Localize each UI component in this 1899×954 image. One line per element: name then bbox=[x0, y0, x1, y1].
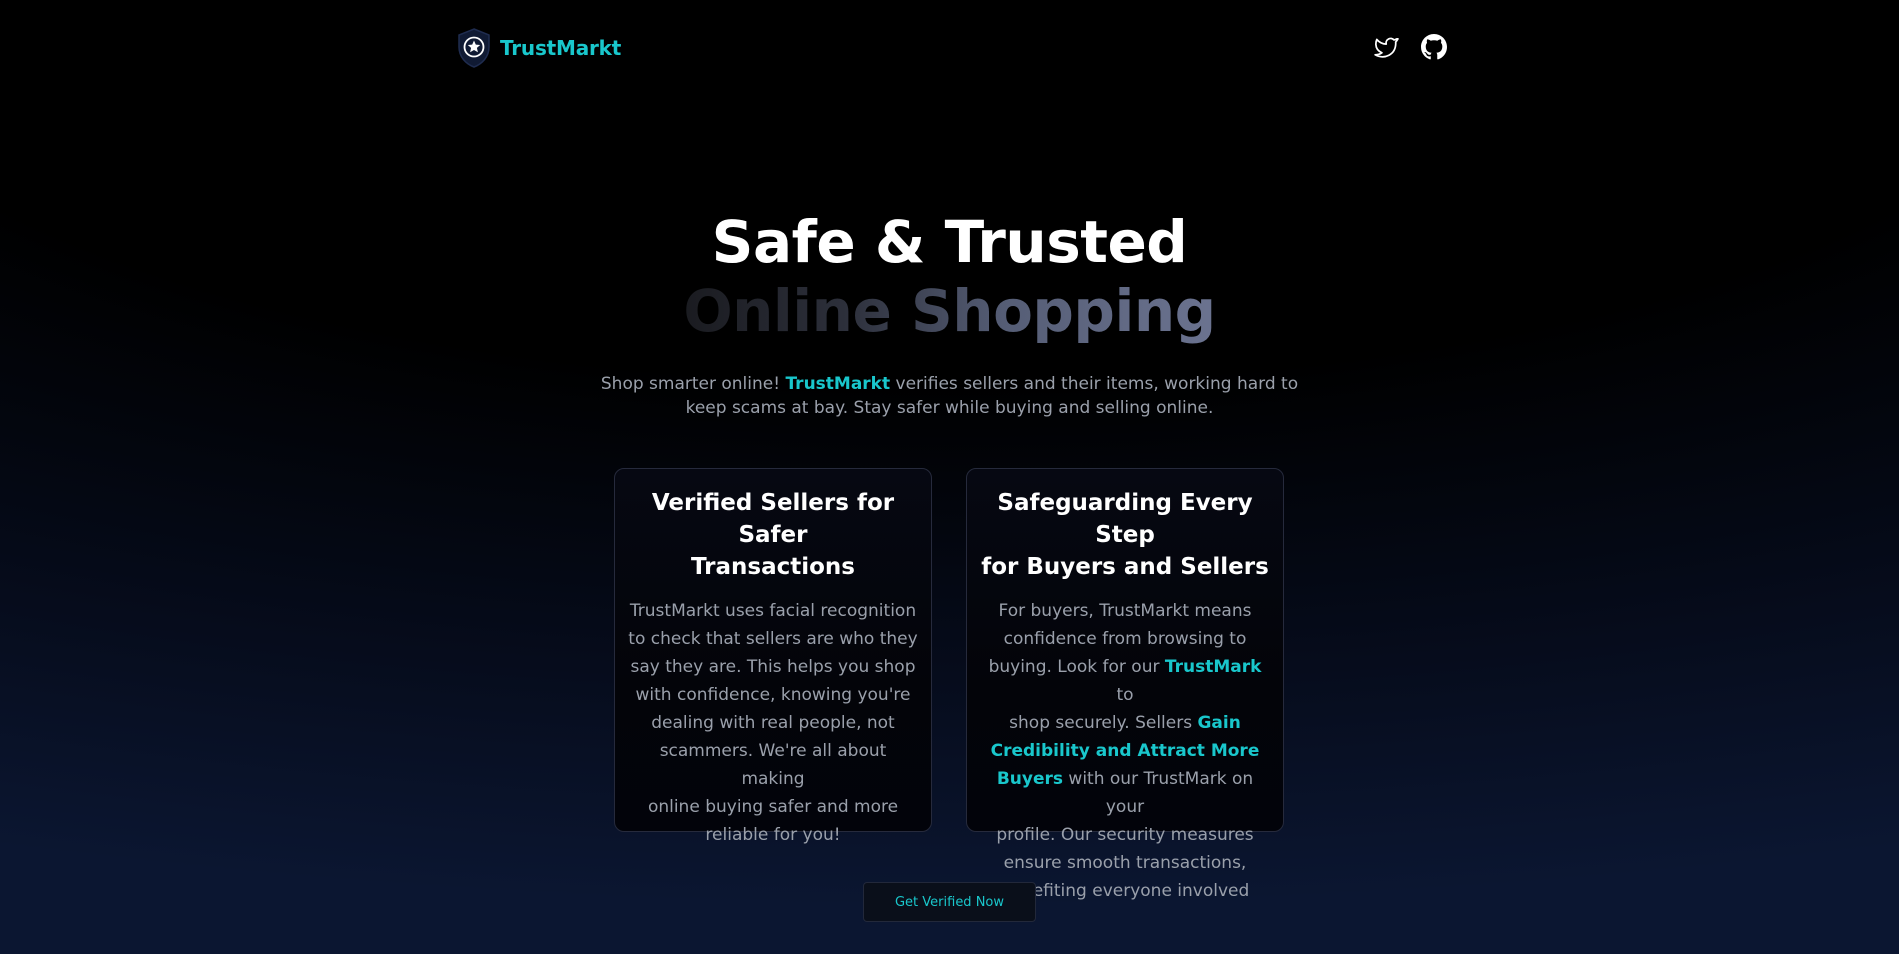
card-body-line: TrustMarkt uses facial recognition bbox=[629, 601, 917, 621]
card-body-text: with our TrustMark on your bbox=[1063, 769, 1254, 817]
card-title-line2: Transactions bbox=[691, 554, 855, 580]
card-body-line: confidence from browsing to bbox=[1003, 629, 1247, 649]
twitter-icon bbox=[1374, 37, 1399, 58]
hero-title-line1: Safe & Trusted bbox=[711, 208, 1188, 276]
twitter-link[interactable] bbox=[1373, 34, 1399, 60]
card-body-text: to bbox=[1116, 685, 1134, 705]
card-title-line1: Safeguarding Every Step bbox=[997, 490, 1253, 548]
brand-name: TrustMarkt bbox=[500, 36, 622, 60]
card-title-line1: Verified Sellers for Safer bbox=[651, 490, 895, 548]
card-body-line: online buying safer and more bbox=[647, 797, 899, 817]
feature-card-verified-sellers: Verified Sellers for Safer Transactions … bbox=[614, 468, 932, 845]
top-nav: TrustMarkt bbox=[0, 0, 1899, 96]
card-body-line: benefiting everyone involved bbox=[1000, 881, 1250, 901]
card-body: For buyers, TrustMarkt means confidence … bbox=[979, 597, 1271, 905]
card-body-line: with confidence, knowing you're bbox=[635, 685, 911, 705]
brand-home-link[interactable]: TrustMarkt bbox=[456, 27, 621, 69]
subtitle-text-start: Shop smarter online! bbox=[600, 374, 786, 394]
credibility-highlight: Credibility and Attract More bbox=[990, 741, 1260, 761]
feature-card-safeguarding: Safeguarding Every Step for Buyers and S… bbox=[966, 468, 1284, 901]
subtitle-line2: keep scams at bay. Stay safer while buyi… bbox=[685, 398, 1214, 418]
subtitle-text-end: verifies sellers and their items, workin… bbox=[890, 374, 1299, 394]
card-body-line: profile. Our security measures bbox=[996, 825, 1254, 845]
credibility-highlight: Gain bbox=[1197, 713, 1241, 733]
card-body-line: scammers. We're all about making bbox=[659, 741, 887, 789]
shield-star-icon bbox=[458, 28, 490, 68]
credibility-highlight: Buyers bbox=[996, 769, 1064, 789]
card-body-line: reliable for you! bbox=[705, 825, 841, 845]
get-verified-button[interactable]: Get Verified Now bbox=[863, 882, 1036, 922]
github-link[interactable] bbox=[1421, 34, 1447, 60]
card-body-line: ensure smooth transactions, bbox=[1003, 853, 1247, 873]
card-body-line: dealing with real people, not bbox=[651, 713, 895, 733]
github-icon bbox=[1421, 34, 1447, 60]
card-body-line: to check that sellers are who they bbox=[628, 629, 918, 649]
card-body-line: say they are. This helps you shop bbox=[630, 657, 916, 677]
card-title: Safeguarding Every Step for Buyers and S… bbox=[979, 487, 1271, 583]
card-body-line: For buyers, TrustMarkt means bbox=[998, 601, 1252, 621]
card-body-text: buying. Look for our bbox=[988, 657, 1165, 677]
card-body-text: shop securely. Sellers bbox=[1009, 713, 1198, 733]
card-title-line2: for Buyers and Sellers bbox=[981, 554, 1269, 580]
hero-title-line2: Online Shopping bbox=[0, 276, 1899, 346]
hero-title-gradient-text: Online Shopping bbox=[683, 277, 1216, 345]
subtitle-brand-highlight: TrustMarkt bbox=[785, 374, 891, 394]
trustmark-highlight: TrustMark bbox=[1164, 657, 1262, 677]
hero-subtitle: Shop smarter online! TrustMarkt verifies… bbox=[0, 372, 1899, 420]
card-title: Verified Sellers for Safer Transactions bbox=[627, 487, 919, 583]
card-body: TrustMarkt uses facial recognition to ch… bbox=[627, 597, 919, 849]
